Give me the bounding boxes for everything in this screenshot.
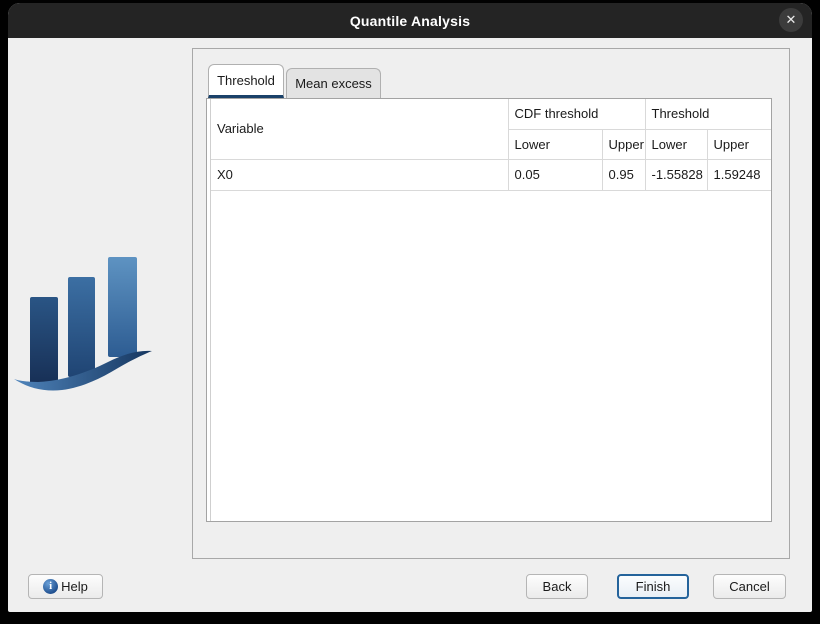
finish-button[interactable]: Finish	[617, 574, 689, 599]
col-header-thr-lower: Lower	[645, 129, 707, 159]
finish-button-label: Finish	[636, 579, 671, 594]
cell-cdf-lower[interactable]: 0.05	[508, 159, 602, 190]
info-icon: i	[43, 579, 58, 594]
help-button[interactable]: i Help	[28, 574, 103, 599]
cancel-button[interactable]: Cancel	[713, 574, 786, 599]
tab-mean-excess-label: Mean excess	[295, 76, 372, 91]
close-icon[interactable]: ✕	[779, 8, 803, 32]
group-header-threshold: Threshold	[645, 99, 771, 129]
app-logo	[14, 251, 162, 393]
back-button-label: Back	[543, 579, 572, 594]
titlebar: Quantile Analysis ✕	[8, 3, 812, 38]
logo-bar-tall	[108, 257, 137, 357]
logo-bar-medium	[68, 277, 95, 377]
col-header-cdf-lower: Lower	[508, 129, 602, 159]
table-row: X0 0.05 0.95 -1.55828 1.59248	[211, 159, 771, 190]
cell-cdf-upper[interactable]: 0.95	[602, 159, 645, 190]
logo-bar-short	[30, 297, 58, 385]
dialog-window: Quantile Analysis ✕ Threshold Mean exces…	[8, 3, 812, 612]
tab-mean-excess[interactable]: Mean excess	[286, 68, 381, 98]
col-header-thr-upper: Upper	[707, 129, 771, 159]
threshold-table-grid: Variable CDF threshold Threshold Lower U…	[211, 99, 771, 191]
window-title: Quantile Analysis	[350, 13, 470, 29]
cell-thr-upper[interactable]: 1.59248	[707, 159, 771, 190]
threshold-table: Variable CDF threshold Threshold Lower U…	[206, 98, 772, 522]
back-button[interactable]: Back	[526, 574, 588, 599]
cell-variable[interactable]: X0	[211, 159, 508, 190]
help-button-label: Help	[61, 579, 88, 594]
cell-thr-lower[interactable]: -1.55828	[645, 159, 707, 190]
col-header-cdf-upper: Upper	[602, 129, 645, 159]
tab-threshold[interactable]: Threshold	[208, 64, 284, 98]
col-header-variable: Variable	[211, 99, 508, 159]
cancel-button-label: Cancel	[729, 579, 769, 594]
tab-threshold-label: Threshold	[217, 73, 275, 88]
group-header-cdf-threshold: CDF threshold	[508, 99, 645, 129]
